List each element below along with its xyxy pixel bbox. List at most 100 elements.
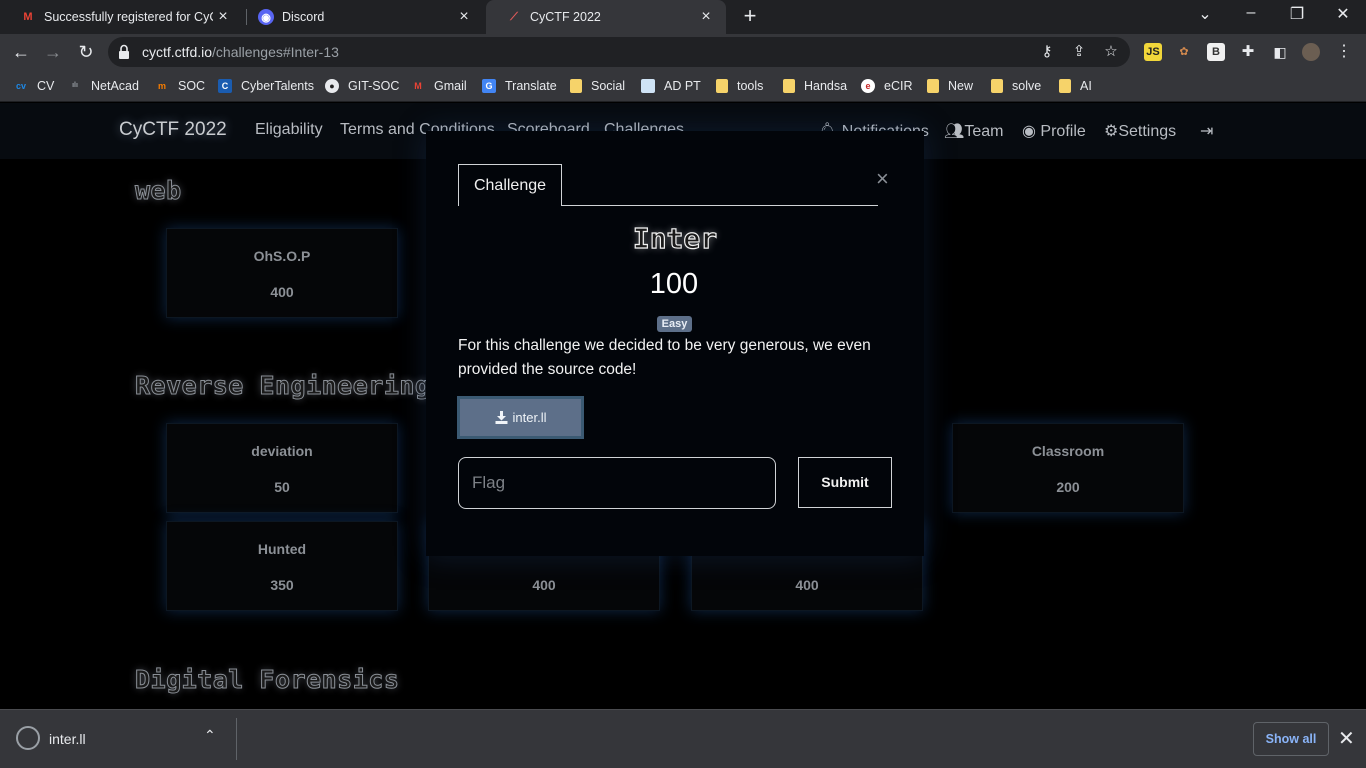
cisco-icon: ılı bbox=[72, 82, 78, 89]
maximize-button[interactable]: ❐ bbox=[1274, 4, 1320, 24]
challenge-card[interactable]: OhS.O.P 400 bbox=[166, 228, 398, 318]
challenge-card[interactable]: Classroom 200 bbox=[952, 423, 1184, 513]
close-icon[interactable]: × bbox=[454, 8, 474, 26]
cyctf-icon: ⟋ bbox=[510, 10, 518, 23]
section-digital-forensics: Digital Forensics bbox=[134, 665, 400, 695]
bookmark-gmail[interactable]: M Gmail bbox=[411, 76, 466, 96]
folder-icon bbox=[927, 79, 939, 93]
tab-discord[interactable]: ◉ Discord × bbox=[238, 0, 484, 34]
challenge-name: Hunted bbox=[257, 541, 307, 557]
avatar[interactable] bbox=[1302, 43, 1320, 61]
bookmark-new[interactable]: New bbox=[927, 76, 973, 96]
chevron-up-icon[interactable]: ⌃ bbox=[204, 727, 216, 744]
gears-icon: ⚙ bbox=[1104, 123, 1119, 140]
b-extension-icon[interactable]: B bbox=[1207, 43, 1225, 61]
tab-title: Discord bbox=[282, 10, 325, 24]
reload-button[interactable]: ↻ bbox=[75, 41, 97, 63]
file-icon bbox=[16, 726, 40, 750]
page-icon bbox=[641, 79, 655, 93]
logout-icon[interactable]: ⇥ bbox=[1200, 121, 1213, 141]
challenge-value: 400 bbox=[532, 577, 556, 593]
minimize-button[interactable]: – bbox=[1228, 4, 1274, 22]
bookmark-ecir[interactable]: e eCIR bbox=[861, 76, 912, 96]
flag-input[interactable] bbox=[458, 457, 776, 509]
bookmark-cybertalents[interactable]: C CyberTalents bbox=[218, 76, 314, 96]
bookmark-solve[interactable]: solve bbox=[991, 76, 1041, 96]
nav-settings-label: Settings bbox=[1118, 123, 1177, 140]
challenge-name: Classroom bbox=[1031, 443, 1105, 459]
bookmark-label: SOC bbox=[178, 79, 206, 93]
nav-team-label: Team bbox=[964, 123, 1004, 140]
difficulty-badge: Easy bbox=[657, 316, 692, 332]
bookmark-soc[interactable]: m SOC bbox=[155, 76, 205, 96]
bookmark-ai[interactable]: AI bbox=[1059, 76, 1092, 96]
extensions-puzzle-icon[interactable]: ✚ bbox=[1239, 43, 1257, 61]
menu-kebab-icon[interactable]: ⋮ bbox=[1335, 43, 1353, 61]
bookmark-label: Handsa bbox=[804, 79, 848, 93]
challenge-card[interactable]: deviation 50 bbox=[166, 423, 398, 513]
cybertalents-icon: C bbox=[218, 79, 232, 93]
tab-challenge[interactable]: Challenge bbox=[458, 164, 562, 206]
challenge-card[interactable]: Hunted 350 bbox=[166, 521, 398, 611]
close-icon[interactable]: ✕ bbox=[1338, 726, 1355, 751]
tab-cyctf[interactable]: ⟋ CyCTF 2022 × bbox=[486, 0, 726, 34]
nav-settings[interactable]: ⚙Settings bbox=[1104, 121, 1176, 141]
tab-gmail[interactable]: M Successfully registered for CyCTF × bbox=[0, 0, 243, 34]
site-brand[interactable]: CyCTF 2022 bbox=[119, 119, 227, 141]
section-reverse-engineering: Reverse Engineering bbox=[134, 371, 431, 401]
bookmark-label: GIT-SOC bbox=[348, 79, 400, 93]
bookmarks-bar: cv CV ılı NetAcad m SOC C CyberTalents ● GIT-… bbox=[0, 70, 1366, 102]
nav-team[interactable]: 👥︎Team bbox=[944, 121, 1003, 141]
tab-title: CyCTF 2022 bbox=[530, 10, 601, 24]
key-icon[interactable]: ⚷ bbox=[1038, 43, 1056, 61]
url-text: cyctf.ctfd.io/challenges#Inter-13 bbox=[142, 44, 339, 60]
nav-profile-label: Profile bbox=[1040, 123, 1086, 140]
challenge-value: 200 bbox=[1056, 479, 1080, 495]
gmail-icon: M bbox=[23, 11, 33, 23]
download-icon bbox=[495, 411, 508, 424]
url-host: cyctf.ctfd.io bbox=[142, 44, 213, 60]
nav-profile[interactable]: ◉ Profile bbox=[1022, 121, 1086, 141]
bookmark-tools[interactable]: tools bbox=[716, 76, 763, 96]
bookmark-netacad[interactable]: ılı NetAcad bbox=[68, 76, 139, 96]
bookmark-social[interactable]: Social bbox=[570, 76, 625, 96]
download-file-button[interactable]: inter.ll bbox=[457, 396, 584, 439]
bookmark-git-soc[interactable]: ● GIT-SOC bbox=[325, 76, 399, 96]
github-icon: ● bbox=[325, 79, 339, 93]
challenge-modal: Challenge × Inter 100 Easy For this chal… bbox=[426, 131, 924, 556]
back-button[interactable]: ← bbox=[10, 41, 32, 63]
close-icon[interactable]: × bbox=[876, 168, 889, 190]
download-item-name[interactable]: inter.ll bbox=[49, 731, 86, 747]
challenge-value: 50 bbox=[274, 479, 290, 495]
tab-search-icon[interactable]: ⌄ bbox=[1182, 4, 1228, 24]
soc-icon: m bbox=[157, 81, 166, 91]
new-tab-button[interactable]: + bbox=[738, 5, 762, 29]
bookmark-cv[interactable]: cv CV bbox=[14, 76, 54, 96]
side-panel-icon[interactable]: ◧ bbox=[1271, 43, 1289, 61]
bookmark-translate[interactable]: G Translate bbox=[482, 76, 557, 96]
submit-button[interactable]: Submit bbox=[798, 457, 892, 508]
close-icon[interactable]: × bbox=[696, 8, 716, 26]
bookmark-ad-pt[interactable]: AD PT bbox=[641, 76, 701, 96]
address-bar[interactable]: cyctf.ctfd.io/challenges#Inter-13 ⚷ ⇪ ☆ bbox=[108, 37, 1130, 67]
bookmark-label: Translate bbox=[505, 79, 557, 93]
folder-icon bbox=[570, 79, 582, 93]
bookmark-handsa[interactable]: Handsa bbox=[783, 76, 847, 96]
js-extension-icon[interactable]: JS bbox=[1144, 43, 1162, 61]
page-content: CyCTF 2022 Eligability Terms and Conditi… bbox=[0, 103, 1366, 709]
folder-icon bbox=[716, 79, 728, 93]
bookmark-label: NetAcad bbox=[91, 79, 139, 93]
bookmark-star-icon[interactable]: ☆ bbox=[1102, 43, 1120, 61]
folder-icon bbox=[991, 79, 1003, 93]
close-icon[interactable]: × bbox=[213, 8, 233, 26]
challenge-name: OhS.O.P bbox=[253, 248, 311, 264]
share-icon[interactable]: ⇪ bbox=[1070, 43, 1088, 61]
show-all-button[interactable]: Show all bbox=[1253, 722, 1329, 756]
discord-icon: ◉ bbox=[258, 9, 274, 25]
cookie-extension-icon[interactable]: ✿ bbox=[1175, 43, 1193, 61]
forward-button[interactable]: → bbox=[42, 41, 64, 63]
nav-eligability[interactable]: Eligability bbox=[255, 121, 323, 139]
bookmark-label: New bbox=[948, 79, 974, 93]
translate-icon: G bbox=[482, 79, 496, 93]
window-close-button[interactable]: ✕ bbox=[1320, 4, 1366, 24]
